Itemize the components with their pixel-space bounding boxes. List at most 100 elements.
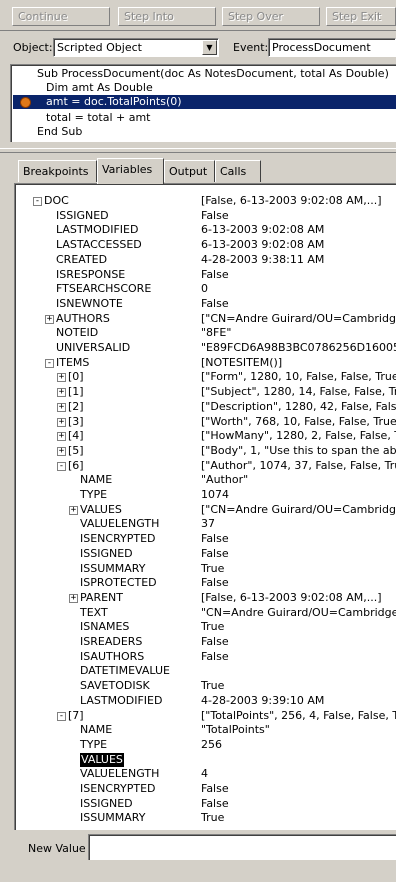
collapse-icon[interactable]: - xyxy=(45,358,54,368)
variable-row[interactable]: LASTMODIFIED 6-13-2003 9:02:08 AM xyxy=(15,223,396,237)
variable-row[interactable]: + [0] ["Form", 1280, 10, False, False, Tru… xyxy=(15,370,396,384)
variable-value: ["CN=Andre Guirard/OU=Cambridge/O xyxy=(201,311,396,325)
variable-row[interactable]: UNIVERSALID "E89FCD6A98B3BC0786256D160050 xyxy=(15,341,396,355)
code-line[interactable]: Sub ProcessDocument(doc As NotesDocument… xyxy=(13,67,396,81)
variable-row[interactable]: ISSIGNED False xyxy=(15,547,396,561)
variable-row[interactable]: ISENCRYPTED False xyxy=(15,782,396,796)
collapse-icon[interactable]: - xyxy=(33,197,42,206)
variables-tree[interactable]: - DOC [False, 6-13-2003 9:02:08 AM,...] ISS… xyxy=(14,183,396,830)
variable-row[interactable]: VALUELENGTH 4 xyxy=(15,767,396,781)
variable-row[interactable]: - [6] ["Author", 1074, 37, False, False, T… xyxy=(15,459,396,473)
step-over-button[interactable]: Step Over xyxy=(222,7,320,26)
variable-value: [False, 6-13-2003 9:02:08 AM,...] xyxy=(201,194,382,207)
variable-name: NAME xyxy=(80,473,113,487)
new-value-input[interactable] xyxy=(88,834,396,860)
variable-row[interactable]: + AUTHORS ["CN=Andre Guirard/OU=Cambridge/… xyxy=(15,312,396,326)
variable-name: CREATED xyxy=(56,252,108,266)
object-select[interactable]: Scripted Object ▼ xyxy=(53,38,219,57)
variable-name: ISREADERS xyxy=(80,635,143,648)
variable-value: False xyxy=(201,576,229,590)
variable-name: VALUES xyxy=(80,502,122,516)
variable-row[interactable]: VALUES xyxy=(15,752,396,767)
variable-row[interactable]: FTSEARCHSCORE 0 xyxy=(15,282,396,296)
collapse-icon[interactable]: - xyxy=(57,461,66,471)
variable-row[interactable]: SAVETODISK True xyxy=(15,679,396,693)
expand-icon[interactable]: + xyxy=(45,314,54,324)
variable-row[interactable]: ISNAMES True xyxy=(15,620,396,634)
variable-row[interactable]: - [7] ["TotalPoints", 256, 4, False, False… xyxy=(15,709,396,723)
variable-row[interactable]: CREATED 4-28-2003 9:38:11 AM xyxy=(15,253,396,267)
pane-splitter[interactable] xyxy=(0,148,396,153)
variable-row[interactable]: TEXT "CN=Andre Guirard/OU=Cambridge/O= xyxy=(15,606,396,620)
step-exit-button[interactable]: Step Exit xyxy=(326,7,396,26)
variable-row[interactable]: ISREADERS False xyxy=(15,635,396,649)
variable-value: False xyxy=(201,782,229,795)
variable-row[interactable]: + PARENT [False, 6-13-2003 9:02:08 AM,...] xyxy=(15,591,396,605)
code-line-current[interactable]: amt = doc.TotalPoints(0) xyxy=(13,95,396,109)
variable-row[interactable]: LASTACCESSED 6-13-2003 9:02:08 AM xyxy=(15,238,396,252)
variable-value: 4-28-2003 9:38:11 AM xyxy=(201,252,325,266)
variable-row[interactable]: LASTMODIFIED 4-28-2003 9:39:10 AM xyxy=(15,694,396,708)
expand-icon[interactable]: + xyxy=(57,402,66,412)
variable-name: DOC xyxy=(44,194,69,207)
variable-row[interactable]: ISPROTECTED False xyxy=(15,576,396,590)
step-into-button[interactable]: Step Into xyxy=(118,7,216,26)
variable-value: False xyxy=(201,208,229,222)
variable-value: "CN=Andre Guirard/OU=Cambridge/O= xyxy=(201,605,396,619)
variable-row[interactable]: ISAUTHORS False xyxy=(15,650,396,664)
variable-name: ISNEWNOTE xyxy=(56,296,123,310)
code-line[interactable]: total = total + amt xyxy=(13,111,396,125)
code-panel[interactable]: Sub ProcessDocument(doc As NotesDocument… xyxy=(10,64,396,142)
variable-name: [6] xyxy=(68,458,84,472)
debugger-toolbar: Continue Step Into Step Over Step Exit xyxy=(0,0,396,31)
chevron-down-icon[interactable]: ▼ xyxy=(202,40,217,55)
variable-row[interactable]: - DOC [False, 6-13-2003 9:02:08 AM,...] xyxy=(15,194,396,208)
code-line[interactable]: Dim amt As Double xyxy=(13,81,396,95)
variable-row[interactable]: + [2] ["Description", 1280, 42, False, Fal… xyxy=(15,400,396,414)
variable-row[interactable]: ISSIGNED False xyxy=(15,797,396,811)
variable-row[interactable]: + [3] ["Worth", 768, 10, False, False, Tru… xyxy=(15,415,396,429)
variable-row[interactable]: TYPE 256 xyxy=(15,738,396,752)
expand-icon[interactable]: + xyxy=(57,432,66,442)
variable-row[interactable]: - ITEMS [NOTESITEM()] xyxy=(15,356,396,370)
variable-row[interactable]: + [5] ["Body", 1, "Use this to span the ab… xyxy=(15,444,396,458)
variable-row[interactable]: ISSUMMARY True xyxy=(15,811,396,825)
tab-calls[interactable]: Calls xyxy=(215,160,261,182)
event-select[interactable]: ProcessDocument xyxy=(268,38,396,57)
variable-row[interactable]: +[4] ["HowMany", 1280, 2, False, False, T… xyxy=(15,429,396,443)
variable-row[interactable]: ISSIGNED False xyxy=(15,209,396,223)
tab-breakpoints[interactable]: Breakpoints xyxy=(18,160,97,182)
variable-row[interactable]: + [1] ["Subject", 1280, 14, False, False, … xyxy=(15,385,396,399)
variable-value: ["Author", 1074, 37, False, False, True, xyxy=(201,458,396,472)
tab-variables[interactable]: Variables xyxy=(97,158,164,184)
variable-row[interactable]: VALUELENGTH 37 xyxy=(15,517,396,531)
expand-icon[interactable]: + xyxy=(69,505,78,515)
expand-icon[interactable]: + xyxy=(57,373,66,383)
variable-name: LASTMODIFIED xyxy=(80,693,163,707)
expand-icon[interactable]: + xyxy=(57,417,66,427)
expand-icon[interactable]: + xyxy=(69,593,78,603)
variable-name: ISRESPONSE xyxy=(56,267,126,281)
variable-row[interactable]: ISNEWNOTE False xyxy=(15,297,396,311)
expand-icon[interactable]: + xyxy=(57,446,66,456)
variable-name: [3] xyxy=(68,414,84,428)
tab-output[interactable]: Output xyxy=(164,160,215,182)
continue-button[interactable]: Continue xyxy=(12,7,110,26)
variable-value: 1074 xyxy=(201,488,229,501)
variable-row[interactable]: NAME "Author" xyxy=(15,473,396,487)
breakpoint-icon[interactable] xyxy=(20,97,31,108)
variable-name: DATETIMEVALUE xyxy=(80,664,170,678)
variable-row[interactable]: ISENCRYPTED False xyxy=(15,532,396,546)
expand-icon[interactable]: + xyxy=(57,388,66,398)
code-line[interactable]: End Sub xyxy=(13,125,396,139)
variable-row[interactable]: NOTEID "8FE" xyxy=(15,326,396,340)
variable-row[interactable]: + VALUES ["CN=Andre Guirard/OU=Cambridge/O xyxy=(15,503,396,517)
collapse-icon[interactable]: - xyxy=(57,711,66,721)
variable-name: VALUELENGTH xyxy=(80,517,160,531)
variable-row[interactable]: DATETIMEVALUE xyxy=(15,664,396,678)
variable-value: 37 xyxy=(201,517,215,531)
variable-row[interactable]: ISSUMMARY True xyxy=(15,562,396,576)
variable-row[interactable]: ISRESPONSE False xyxy=(15,268,396,282)
variable-row[interactable]: NAME "TotalPoints" xyxy=(15,723,396,737)
variable-row[interactable]: TYPE 1074 xyxy=(15,488,396,502)
